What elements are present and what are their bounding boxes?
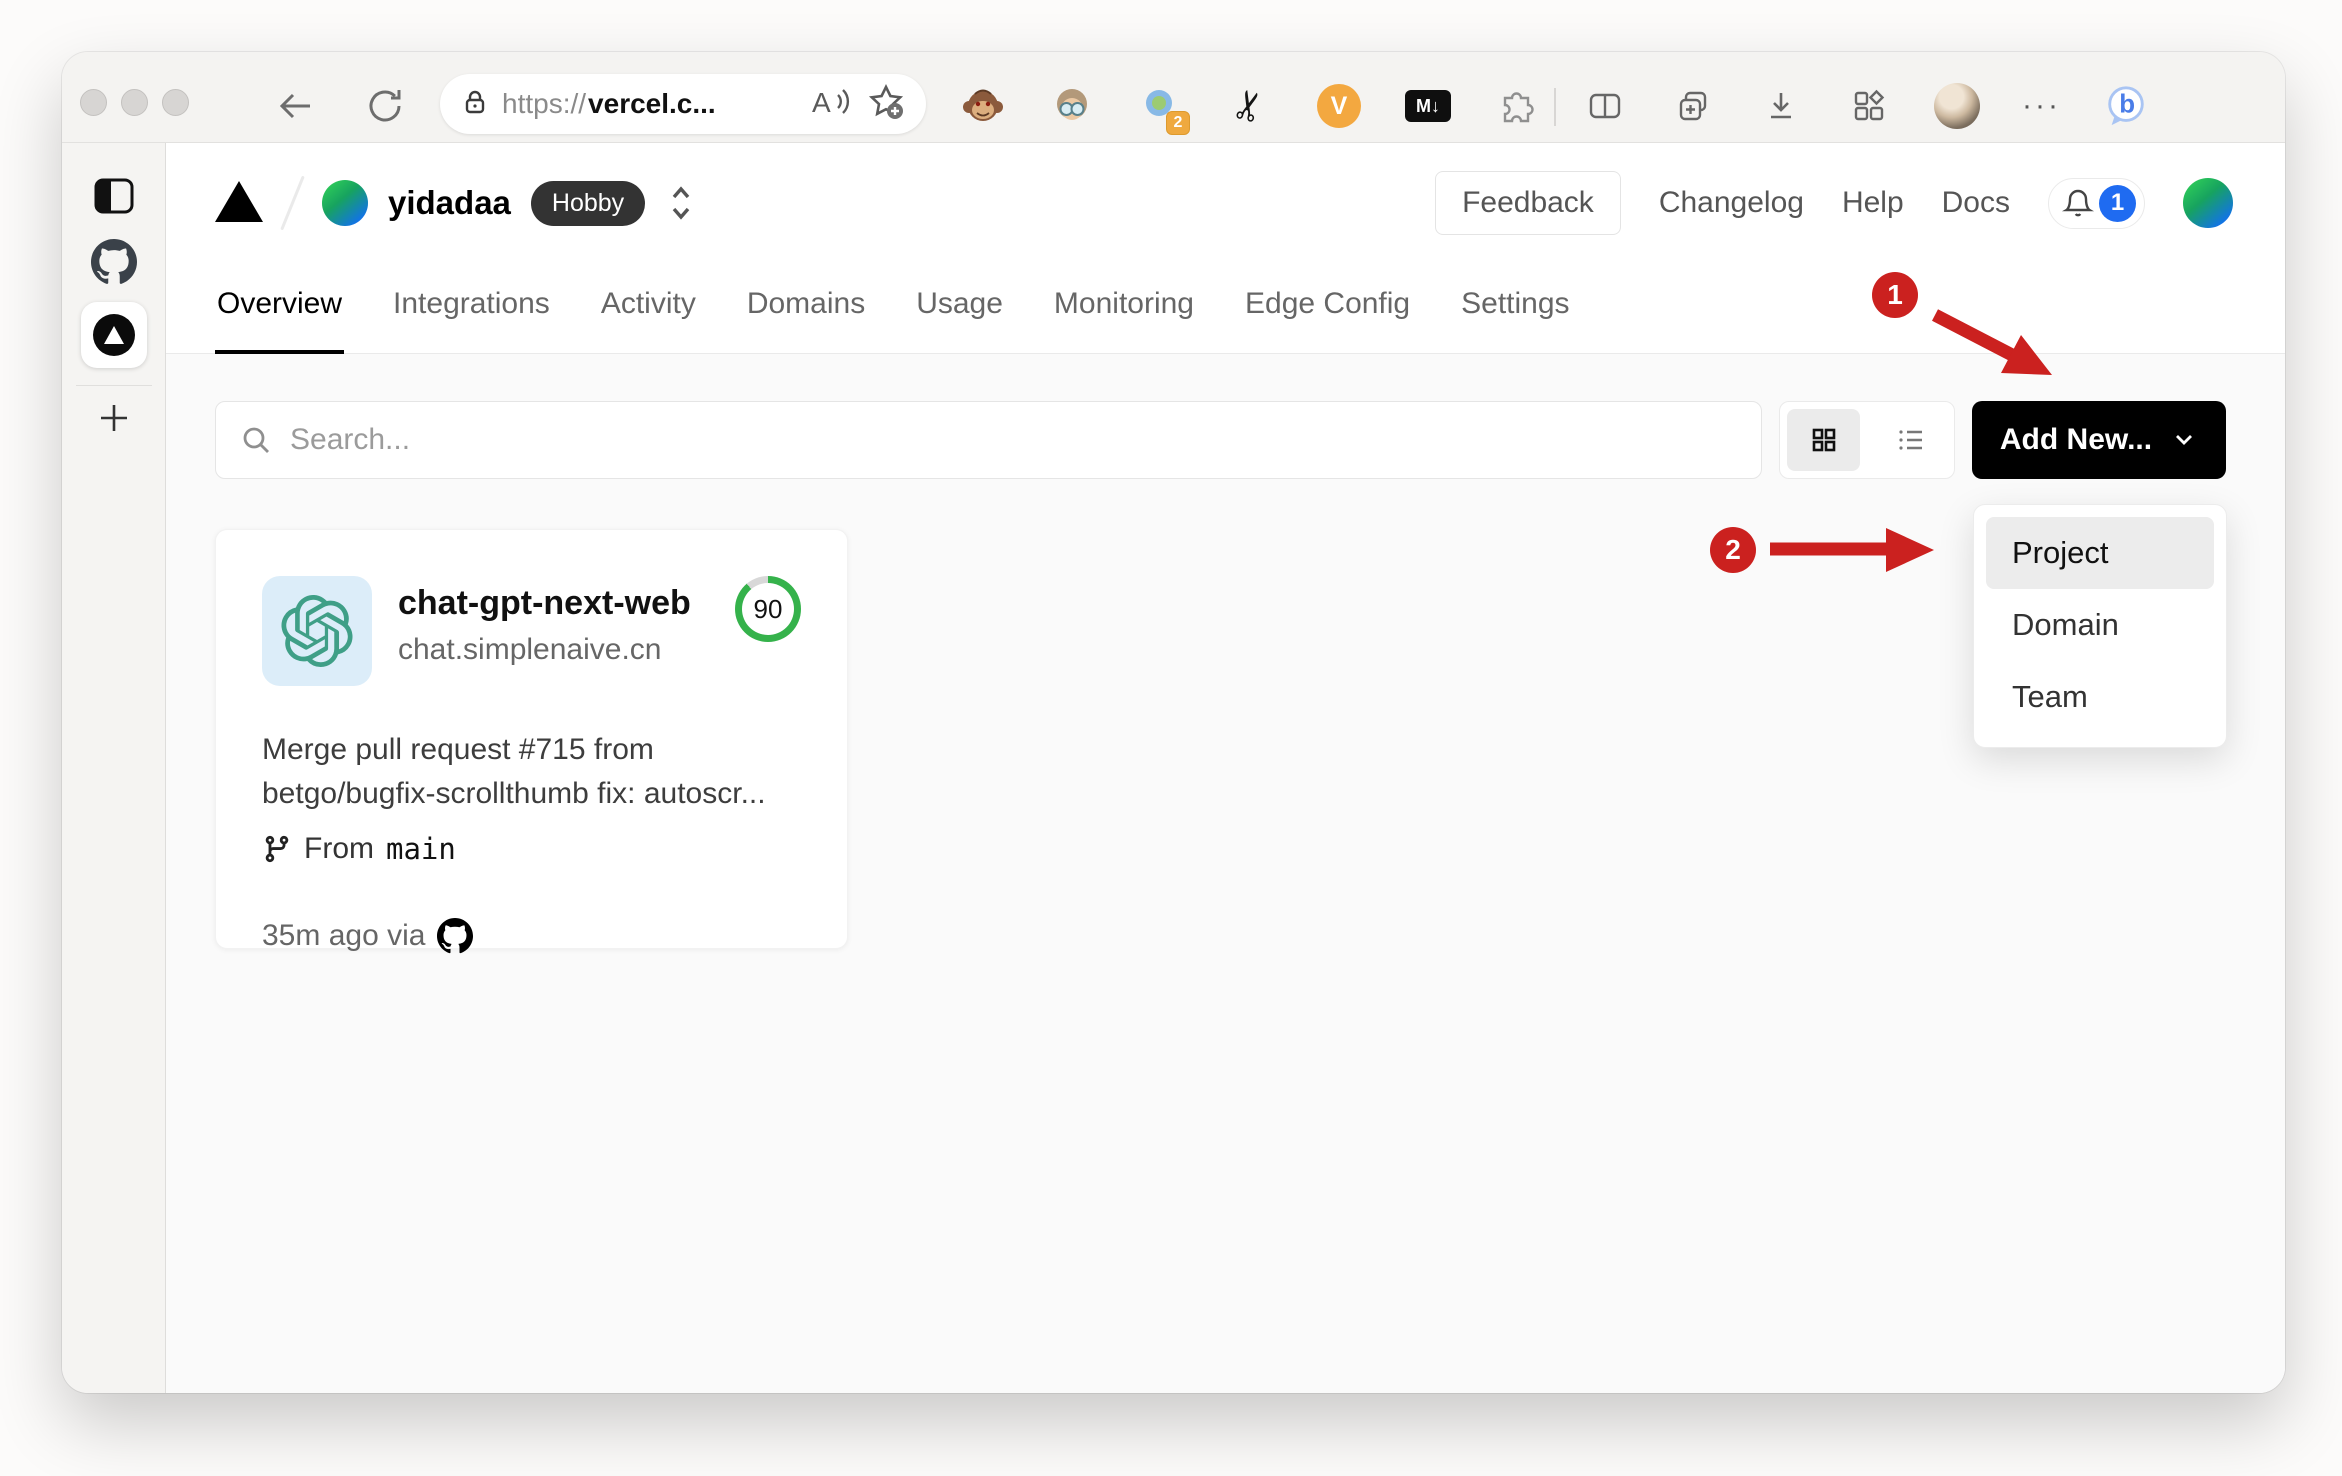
zoom-window-button[interactable] [162, 89, 189, 116]
lock-icon [460, 87, 490, 122]
svg-text:b: b [2119, 91, 2135, 119]
git-branch-icon [265, 835, 289, 863]
close-window-button[interactable] [80, 89, 107, 116]
list-view-icon [1898, 430, 1922, 450]
tab-usage[interactable]: Usage [914, 263, 1005, 353]
list-view-button[interactable] [1874, 409, 1947, 471]
url-host: vercel.c... [588, 88, 716, 119]
sidebar-panel-icon[interactable] [91, 173, 137, 219]
browser-window: https:// vercel.c... A 2 ✂ V M↓ ··· b yi… [62, 52, 2285, 1393]
bell-icon [2061, 189, 2095, 217]
vercel-body: Add New... chat-gpt-next-web chat.simple… [166, 354, 2285, 1393]
vercel-header: yidadaa Hobby Feedback Changelog Help Do… [166, 143, 2285, 263]
annotation-step-1-badge: 1 [1872, 272, 1918, 318]
browser-profile-avatar[interactable] [1934, 83, 1980, 129]
url-scheme: https:// [502, 88, 587, 119]
vercel-tab-active[interactable] [81, 302, 147, 368]
tampermonkey-extension-icon[interactable] [960, 83, 1006, 129]
commit-message[interactable]: Merge pull request #715 from betgo/bugfi… [262, 728, 827, 816]
github-sidebar-icon[interactable] [91, 239, 137, 285]
tab-activity[interactable]: Activity [599, 263, 698, 353]
from-label: From [304, 832, 374, 865]
read-aloud-icon[interactable]: A [810, 84, 854, 125]
project-name[interactable]: chat-gpt-next-web [398, 584, 691, 623]
view-toggle [1779, 401, 1955, 479]
markdown-extension-icon[interactable]: M↓ [1405, 83, 1451, 129]
split-screen-icon[interactable] [1582, 83, 1628, 129]
org-name[interactable]: yidadaa [388, 184, 511, 222]
vercel-tab-bar: Overview Integrations Activity Domains U… [166, 263, 2285, 354]
bing-chat-icon[interactable]: b [2103, 83, 2149, 129]
tab-integrations[interactable]: Integrations [391, 263, 552, 353]
collections-icon[interactable] [1670, 83, 1716, 129]
docs-link[interactable]: Docs [1942, 186, 2010, 220]
downloads-icon[interactable] [1758, 83, 1804, 129]
vercel-page: yidadaa Hobby Feedback Changelog Help Do… [166, 143, 2285, 1393]
new-tab-plus-icon[interactable] [91, 395, 137, 441]
tab-settings[interactable]: Settings [1459, 263, 1571, 353]
user-avatar[interactable] [2183, 178, 2233, 228]
avatar-extension-icon[interactable] [1049, 83, 1095, 129]
sidebar-divider [76, 385, 152, 386]
org-switcher-icon[interactable] [665, 180, 697, 226]
browser-sidebar [62, 143, 166, 1393]
annotation-step-2-badge: 2 [1710, 527, 1756, 573]
dropdown-item-project[interactable]: Project [1986, 517, 2214, 589]
violentmonkey-extension-icon[interactable]: V [1316, 83, 1362, 129]
branch-name: main [386, 832, 456, 866]
search-input[interactable] [290, 423, 1739, 457]
tab-edge-config[interactable]: Edge Config [1243, 263, 1412, 353]
browser-toolbar: https:// vercel.c... A 2 ✂ V M↓ ··· b [62, 52, 2285, 143]
tab-domains[interactable]: Domains [745, 263, 867, 353]
feedback-button[interactable]: Feedback [1435, 171, 1621, 235]
deploy-time: 35m ago via [262, 919, 426, 952]
chevron-down-icon [2176, 435, 2193, 445]
search-box [215, 401, 1762, 479]
dropdown-item-team[interactable]: Team [1986, 661, 2214, 733]
add-favorite-icon[interactable] [866, 82, 906, 127]
minimize-window-button[interactable] [121, 89, 148, 116]
grid-view-button[interactable] [1787, 409, 1860, 471]
back-icon[interactable] [272, 83, 318, 129]
tab-overview[interactable]: Overview [215, 263, 345, 354]
translate-badge: 2 [1166, 111, 1190, 135]
toolbar-divider [1554, 88, 1556, 126]
notification-count-badge: 1 [2099, 184, 2136, 222]
project-domain[interactable]: chat.simplenaive.cn [398, 633, 691, 667]
breadcrumb-slash [280, 175, 305, 231]
github-icon [437, 918, 474, 954]
translate-extension-icon[interactable]: 2 [1138, 83, 1190, 135]
plan-badge: Hobby [530, 180, 646, 226]
extensions-puzzle-icon[interactable] [1494, 83, 1540, 129]
address-bar[interactable]: https:// vercel.c... A [440, 74, 926, 134]
grid-view-icon [1812, 428, 1835, 452]
org-avatar[interactable] [322, 180, 368, 226]
lighthouse-score: 90 [742, 583, 794, 635]
changelog-link[interactable]: Changelog [1659, 186, 1804, 220]
lighthouse-score-ring: 90 [735, 576, 801, 642]
traffic-lights [80, 89, 189, 116]
project-card[interactable]: chat-gpt-next-web chat.simplenaive.cn 90… [215, 529, 848, 954]
tab-monitoring[interactable]: Monitoring [1052, 263, 1196, 353]
help-link[interactable]: Help [1842, 186, 1904, 220]
vercel-favicon [93, 314, 135, 356]
add-new-dropdown: Project Domain Team [1973, 504, 2227, 748]
svg-text:A: A [812, 87, 831, 118]
search-icon [243, 427, 269, 453]
apps-icon[interactable] [1846, 83, 1892, 129]
refresh-icon[interactable] [362, 83, 408, 129]
notifications-button[interactable]: 1 [2048, 177, 2145, 229]
scissors-extension-icon[interactable]: ✂ [1224, 83, 1275, 129]
vercel-logo-icon[interactable] [215, 180, 263, 227]
add-new-button[interactable]: Add New... [1972, 401, 2226, 479]
project-logo [262, 576, 372, 686]
dropdown-item-domain[interactable]: Domain [1986, 589, 2214, 661]
more-menu-icon[interactable]: ··· [2022, 89, 2061, 123]
